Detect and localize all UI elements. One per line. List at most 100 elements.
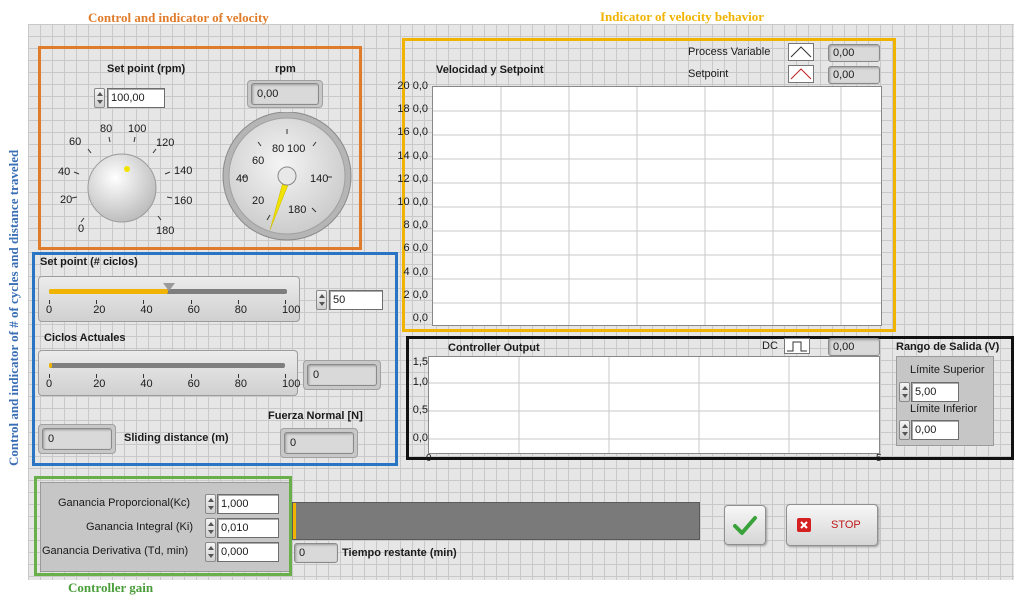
time-remaining-label: Tiempo restante (min) <box>342 547 457 559</box>
kc-input[interactable]: 1,000 <box>217 494 279 514</box>
ki-label: Ganancia Integral (Ki) <box>86 521 193 533</box>
velocity-chart-title: Velocidad y Setpoint <box>436 64 544 76</box>
slider-scale-label: 40 <box>140 304 153 316</box>
knob-scale-label: 100 <box>128 123 146 135</box>
legend-process-variable-swatch[interactable] <box>788 43 814 61</box>
rpm-setpoint-spinner[interactable] <box>94 88 105 108</box>
cycles-setpoint-thumb[interactable] <box>163 283 175 291</box>
knob-scale-label: 20 <box>60 194 72 206</box>
knob-scale-label: 120 <box>156 137 174 149</box>
gauge-scale-label: 100 <box>287 143 305 155</box>
lower-limit-input[interactable]: 0,00 <box>911 420 959 440</box>
controller-output-title: Controller Output <box>448 342 540 354</box>
rpm-gauge: 20 40 60 80 100 140 180 <box>222 112 352 241</box>
legend-process-variable-value: 0,00 <box>828 44 880 62</box>
knob-scale-label: 160 <box>174 195 192 207</box>
ok-button[interactable] <box>724 505 766 545</box>
velocity-y-tick: 8 0,0 <box>403 219 428 232</box>
upper-limit-spinner[interactable] <box>899 382 910 402</box>
stop-button-label: STOP <box>831 519 861 531</box>
cycles-distance-caption: Control and indicator of # of cycles and… <box>6 149 21 466</box>
gauge-scale-label: 180 <box>288 204 306 216</box>
slider-scale-label: 80 <box>234 378 248 390</box>
rpm-indicator-label: rpm <box>275 63 296 75</box>
time-progress-bar <box>292 502 700 540</box>
slider-scale-label: 60 <box>187 304 200 316</box>
cycles-setpoint-input[interactable]: 50 <box>329 290 383 310</box>
cycles-setpoint-fill <box>49 289 168 294</box>
rpm-setpoint-input[interactable]: 100,00 <box>107 88 165 108</box>
legend-setpoint-swatch[interactable] <box>788 65 814 83</box>
legend-setpoint-value: 0,00 <box>828 66 880 84</box>
legend-setpoint-label: Setpoint <box>688 68 729 80</box>
slider-tick <box>49 374 50 378</box>
rpm-setpoint-knob[interactable]: 0 20 40 60 80 100 120 140 160 180 <box>48 112 198 242</box>
controller-output-legend-label: DC <box>762 340 778 352</box>
slider-scale-label: 60 <box>187 378 200 390</box>
slider-tick <box>285 300 286 304</box>
sliding-distance-label: Sliding distance (m) <box>124 432 229 444</box>
cycles-setpoint-label: Set point (# ciclos) <box>40 256 138 268</box>
stop-button[interactable]: STOP <box>786 504 878 546</box>
kc-spinner[interactable] <box>205 494 216 514</box>
upper-limit-label: Límite Superior <box>910 364 985 376</box>
slider-scale-label: 0 <box>46 304 53 316</box>
td-input[interactable]: 0,000 <box>217 542 279 562</box>
td-spinner[interactable] <box>205 542 216 562</box>
upper-limit-input[interactable]: 5,00 <box>911 382 959 402</box>
knob-tick <box>108 136 111 143</box>
cycles-setpoint-spinner[interactable] <box>316 290 327 310</box>
ki-input[interactable]: 0,010 <box>217 518 279 538</box>
slider-tick <box>237 300 239 304</box>
gauge-hub <box>277 166 297 186</box>
knob-tick <box>71 196 78 199</box>
knob-tick <box>152 148 157 154</box>
slider-tick <box>96 300 98 304</box>
output-x-tick: 5 <box>876 453 882 464</box>
cycles-setpoint-slider[interactable] <box>38 276 300 322</box>
rpm-indicator-value: 0,00 <box>251 83 319 105</box>
velocity-y-tick: 20 0,0 <box>397 80 428 92</box>
knob-tick <box>166 196 173 199</box>
ki-spinner[interactable] <box>205 518 216 538</box>
legend-process-variable-label: Process Variable <box>688 46 771 58</box>
slider-scale-label: 40 <box>140 378 153 390</box>
output-y-tick: 1,0 <box>412 376 428 388</box>
knob-tick <box>157 215 162 221</box>
controller-output-plot-area[interactable] <box>428 356 880 454</box>
current-cycles-track <box>49 363 285 368</box>
controller-output-legend-value: 0,00 <box>828 338 880 356</box>
velocity-y-tick: 6 0,0 <box>403 242 428 255</box>
velocity-y-tick: 16 0,0 <box>397 126 428 139</box>
slider-scale-label: 80 <box>234 304 248 316</box>
knob-body[interactable] <box>87 153 157 223</box>
velocity-y-tick: 12 0,0 <box>397 172 428 185</box>
gauge-scale-label: 20 <box>252 195 264 207</box>
velocity-plot-area[interactable] <box>432 86 882 326</box>
knob-tick <box>164 171 171 175</box>
slider-scale-label: 20 <box>93 304 106 316</box>
slider-tick <box>237 374 239 378</box>
slider-scale-label: 20 <box>93 378 106 390</box>
output-y-tick: 0,0 <box>412 432 428 444</box>
slider-scale-label: 0 <box>46 378 53 390</box>
gauge-scale-label: 140 <box>310 173 328 185</box>
sliding-distance-value: 0 <box>42 428 112 450</box>
slider-tick <box>143 300 145 304</box>
knob-scale-label: 180 <box>156 225 174 237</box>
lower-limit-label: Límite Inferior <box>910 403 978 415</box>
velocity-control-caption: Control and indicator of velocity <box>88 10 269 25</box>
lower-limit-spinner[interactable] <box>899 420 910 440</box>
rpm-setpoint-label: Set point (rpm) <box>107 63 186 75</box>
slider-tick <box>285 374 286 378</box>
controller-output-legend-swatch[interactable] <box>784 338 810 354</box>
checkmark-icon <box>733 516 757 535</box>
slider-tick <box>96 374 98 378</box>
slider-tick <box>190 300 192 304</box>
td-label: Ganancia Derivativa (Td, min) <box>42 545 189 557</box>
velocity-y-tick: 18 0,0 <box>397 103 428 116</box>
knob-scale-label: 60 <box>69 136 81 148</box>
gauge-scale-label: 80 <box>272 143 284 155</box>
slider-scale-label: 100 <box>282 378 301 390</box>
knob-scale-label: 0 <box>78 223 84 235</box>
